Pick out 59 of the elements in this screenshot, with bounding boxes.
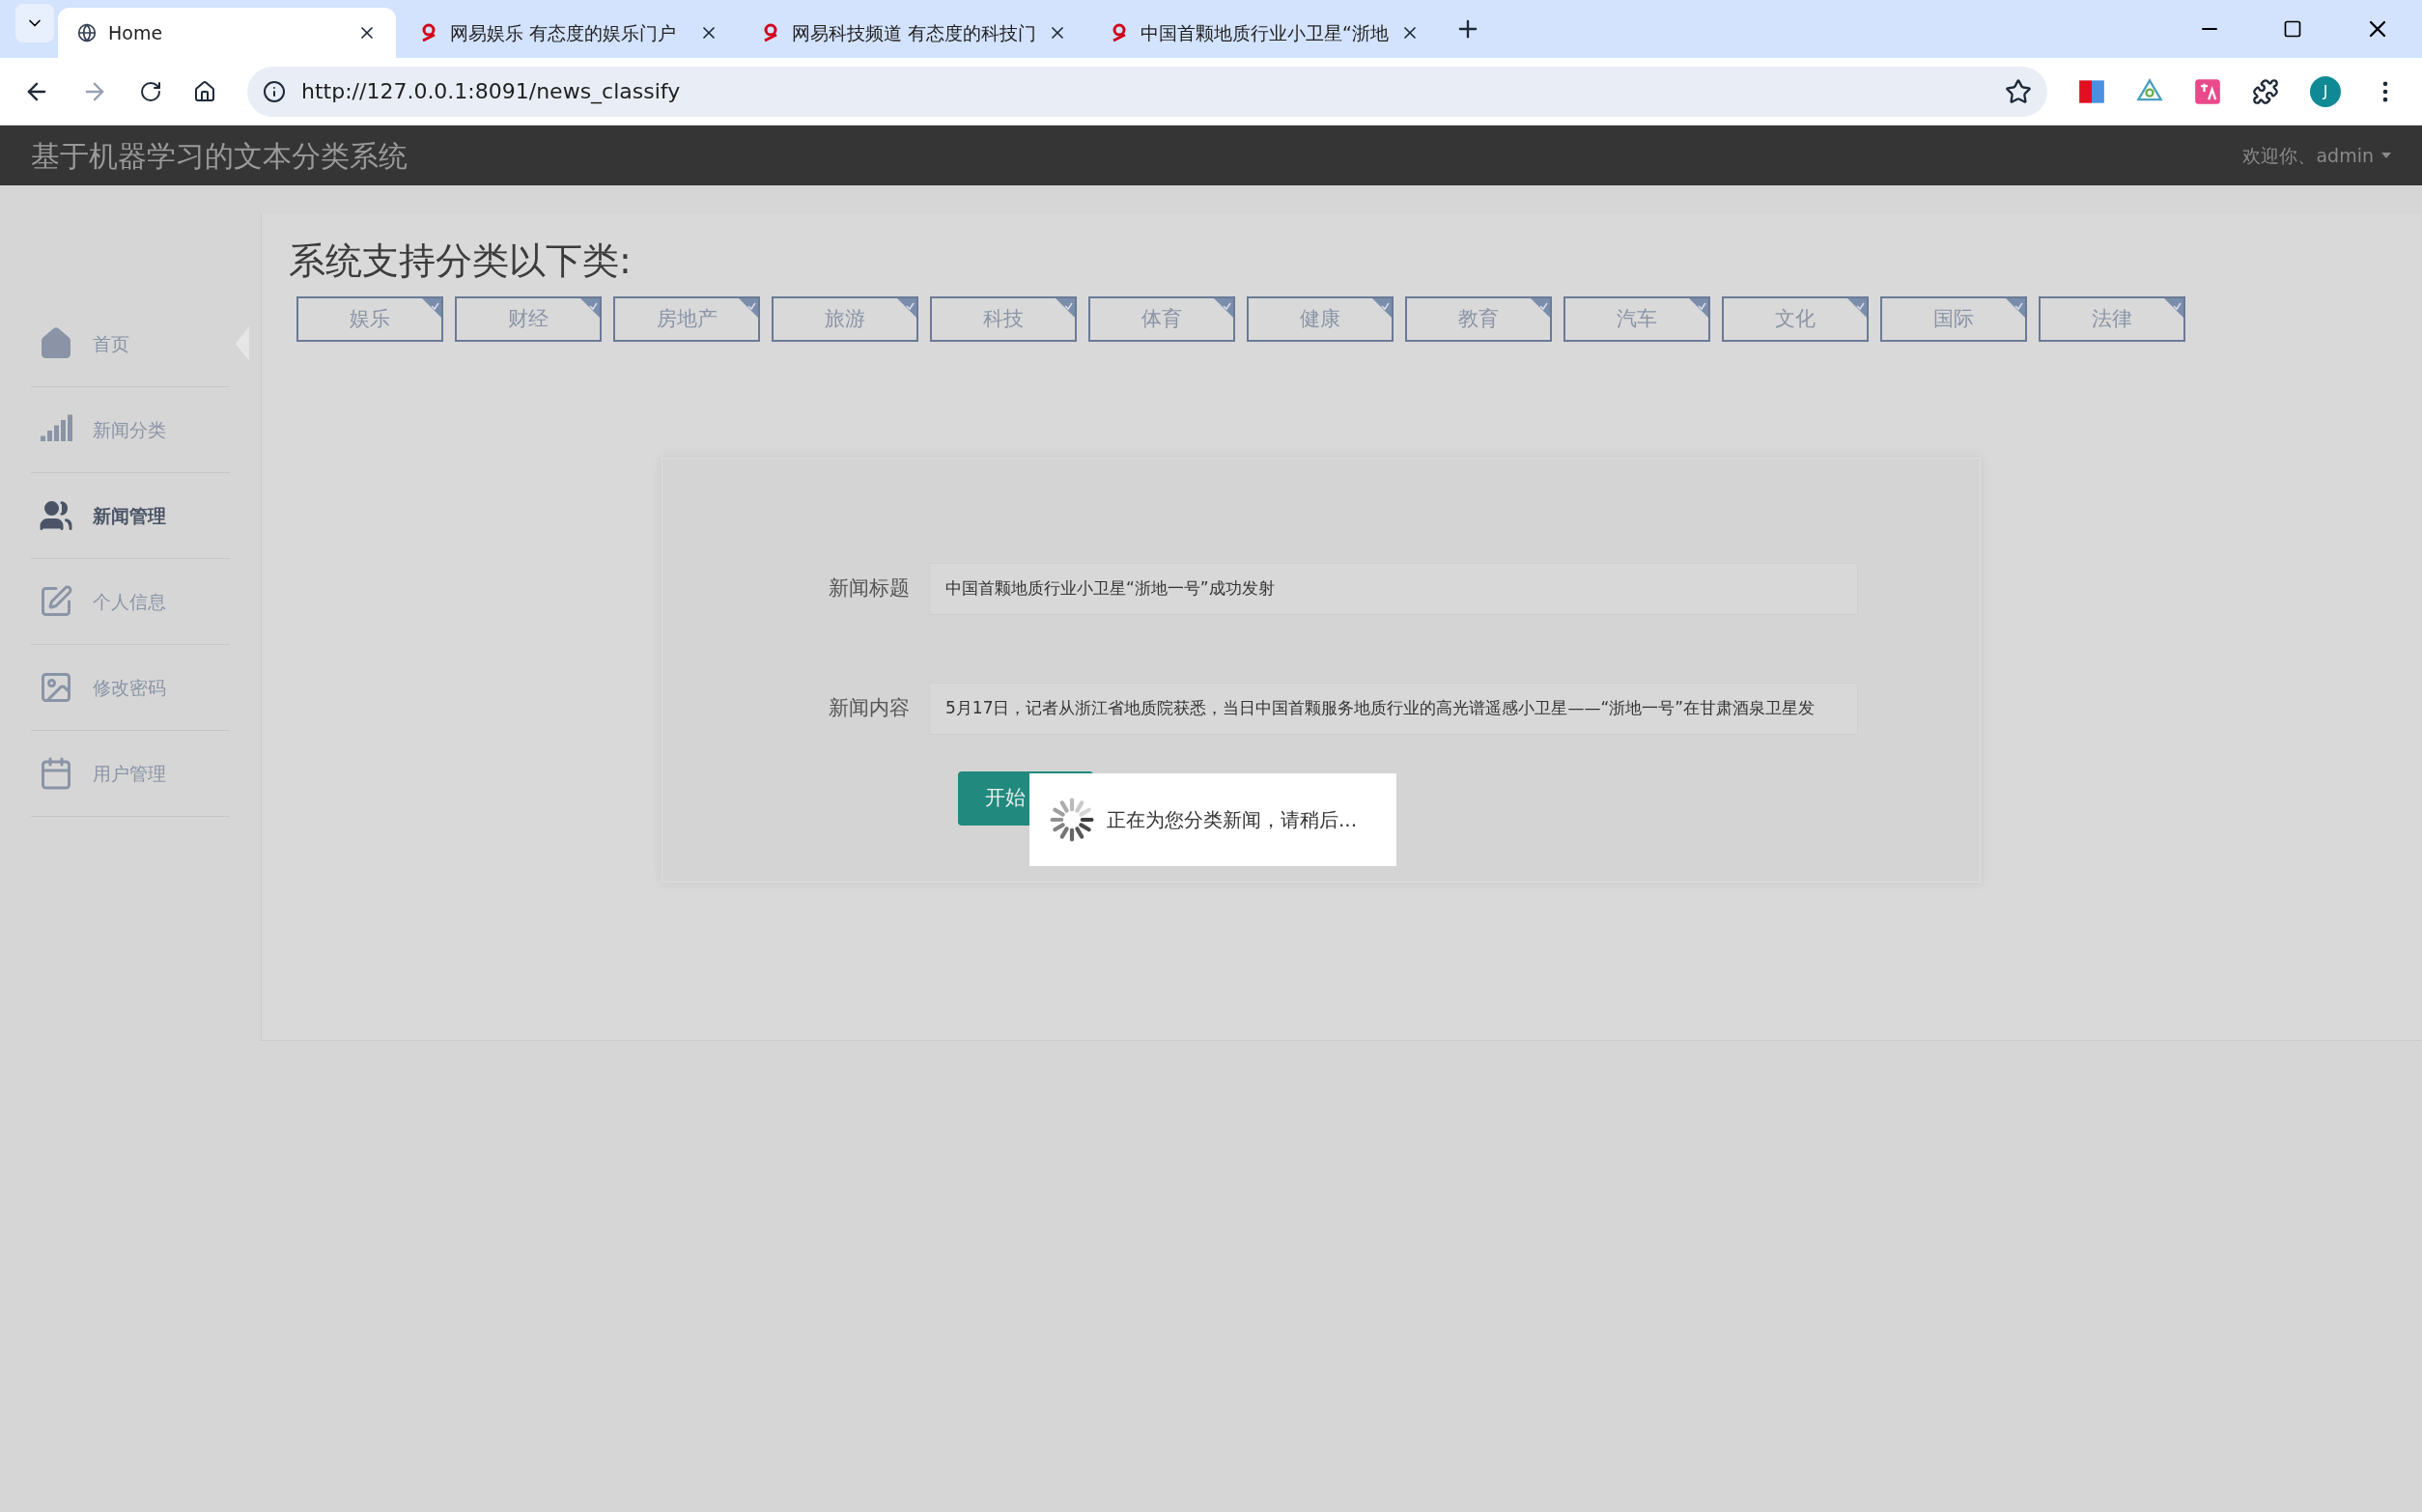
info-icon[interactable]: [263, 79, 286, 103]
app-brand: 基于机器学习的文本分类系统: [31, 137, 408, 175]
category-tag: 房地产: [613, 296, 760, 342]
category-tag: 科技: [930, 296, 1077, 342]
corner-check-icon: [1214, 298, 1233, 318]
home-icon: [39, 326, 73, 361]
reload-icon[interactable]: [139, 79, 162, 103]
corner-check-icon: [1056, 298, 1075, 318]
category-tag: 汽车: [1563, 296, 1710, 342]
corner-check-icon: [1847, 298, 1867, 318]
corner-check-icon: [422, 298, 441, 318]
category-tag: 文化: [1722, 296, 1869, 342]
tab-title: 网易娱乐 有态度的娱乐门户: [450, 20, 678, 45]
corner-check-icon: [2164, 298, 2183, 318]
corner-check-icon: [1372, 298, 1392, 318]
category-tag: 国际: [1880, 296, 2027, 342]
tab-title: 网易科技频道 有态度的科技门: [792, 20, 1037, 45]
category-tag: 教育: [1405, 296, 1552, 342]
category-tag: 法律: [2039, 296, 2185, 342]
corner-check-icon: [580, 298, 600, 318]
category-tag: 体育: [1088, 296, 1235, 342]
user-menu[interactable]: 欢迎你、admin: [2242, 141, 2391, 170]
tab-title: 中国首颗地质行业小卫星“浙地: [1141, 20, 1389, 45]
corner-check-icon: [2006, 298, 2025, 318]
category-tag: 旅游: [772, 296, 918, 342]
extensions-icon[interactable]: [2252, 77, 2279, 105]
home-icon[interactable]: [193, 79, 216, 103]
address-bar[interactable]: http://127.0.0.1:8091/news_classify: [247, 66, 2047, 117]
category-tag: 娱乐: [296, 296, 443, 342]
maximize-icon[interactable]: [2283, 19, 2302, 39]
image-icon: [39, 670, 73, 705]
corner-check-icon: [897, 298, 916, 318]
corner-check-icon: [1531, 298, 1550, 318]
browser-tab[interactable]: Home: [58, 8, 396, 58]
url-text: http://127.0.0.1:8091/news_classify: [301, 78, 681, 106]
browser-tab[interactable]: 网易科技频道 有态度的科技门: [742, 8, 1087, 58]
category-tag: 健康: [1247, 296, 1394, 342]
users-icon: [39, 498, 73, 533]
spinner-icon: [1049, 797, 1095, 843]
category-tag: 财经: [455, 296, 602, 342]
text-input[interactable]: 5月17日，记者从浙江省地质院获悉，当日中国首颗服务地质行业的高光谱遥感小卫星——“浙地一号”在甘肃酒泉卫星发: [929, 683, 1858, 735]
browser-tab[interactable]: 中国首颗地质行业小卫星“浙地: [1090, 8, 1439, 58]
text-input[interactable]: 中国首颗地质行业小卫星“浙地一号”成功发射: [929, 563, 1858, 615]
profile-avatar[interactable]: J: [2310, 75, 2341, 107]
extension-icon[interactable]: [2078, 77, 2105, 105]
tab-title: Home: [108, 20, 164, 45]
corner-check-icon: [739, 298, 758, 318]
translate-icon[interactable]: [2194, 77, 2221, 105]
edit-icon: [39, 584, 73, 619]
sidebar-item[interactable]: 新闻管理: [93, 501, 166, 530]
loading-message: 正在为您分类新闻，请稍后...: [1107, 807, 1358, 833]
corner-check-icon: [1689, 298, 1708, 318]
globe-icon: [77, 23, 97, 42]
bookmark-star-icon[interactable]: [2005, 77, 2032, 105]
section-heading: 系统支持分类以下类:: [289, 238, 633, 284]
browser-tab[interactable]: 网易娱乐 有态度的娱乐门户: [400, 8, 738, 58]
field-label: 新闻标题: [828, 575, 910, 602]
field-label: 新闻内容: [828, 695, 910, 722]
calendar-icon: [39, 756, 73, 791]
